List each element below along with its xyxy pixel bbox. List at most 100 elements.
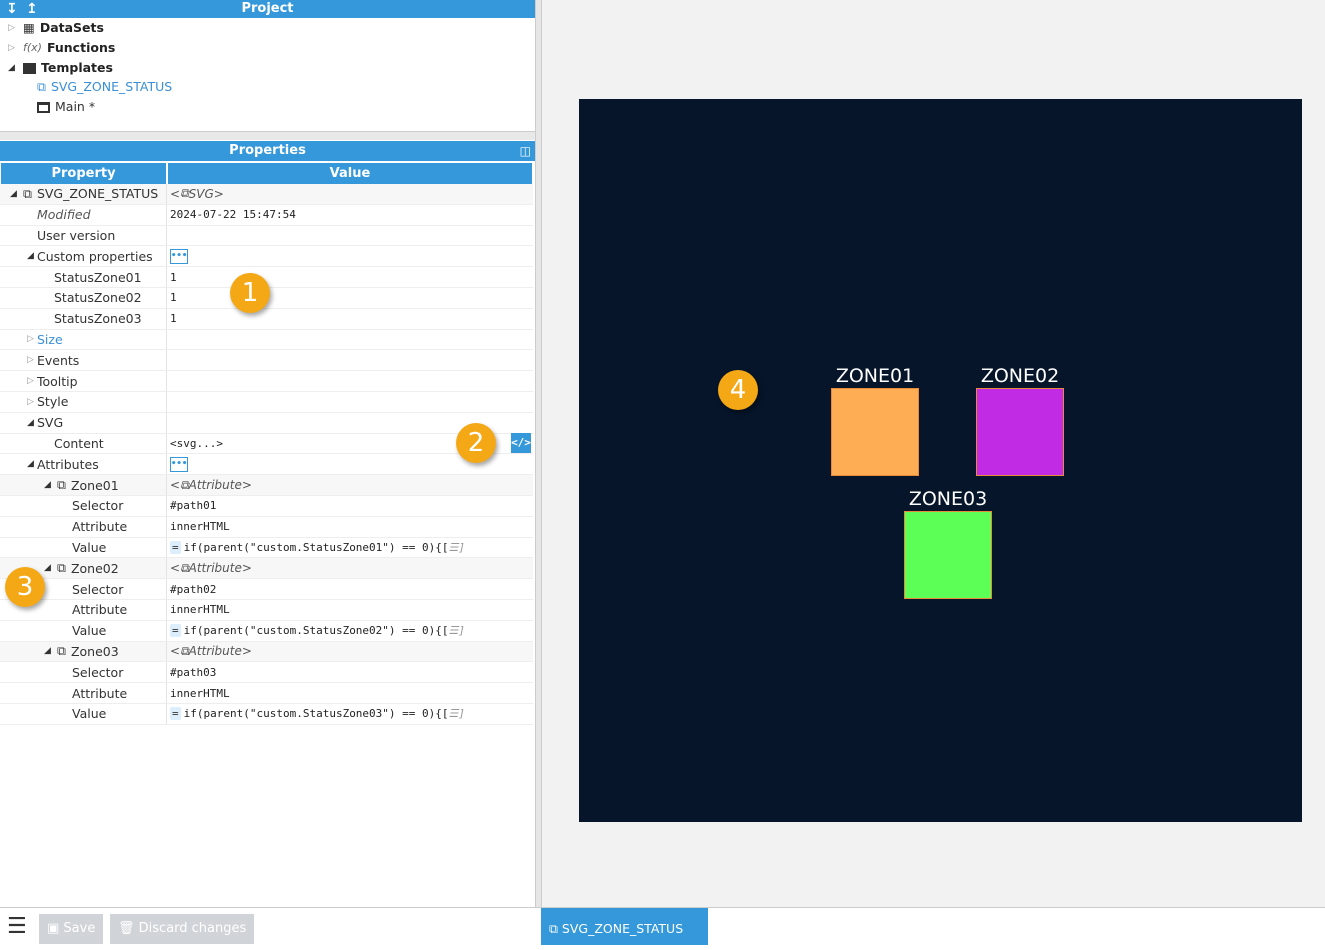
property-cell: ▷ Events: [0, 350, 167, 371]
property-cell: ◢ ⧉ Zone01: [0, 475, 167, 495]
object-icon: ⧉: [57, 643, 66, 659]
property-row-attribute[interactable]: Attribute innerHTML: [0, 516, 533, 538]
value-cell[interactable]: < ⧉ Attribute >: [167, 478, 533, 493]
value-cell[interactable]: #path03: [167, 666, 533, 679]
collapse-all-icon[interactable]: ↥: [26, 0, 38, 18]
tree-item-templates[interactable]: ◢ Templates: [8, 58, 113, 78]
value-cell[interactable]: 1: [167, 312, 533, 325]
collapse-icon[interactable]: ◢: [44, 563, 54, 573]
collapse-icon[interactable]: ◢: [44, 480, 54, 490]
expand-icon[interactable]: ▷: [27, 397, 37, 407]
value-cell[interactable]: < ⧉ Attribute >: [167, 561, 533, 576]
collapse-icon[interactable]: ◢: [10, 189, 20, 199]
property-label: Selector: [72, 498, 124, 514]
property-row-content[interactable]: Content <svg...> </>: [0, 433, 533, 455]
tree-item-svg-zone-status[interactable]: ⧉ SVG_ZONE_STATUS: [37, 77, 172, 97]
value-cell[interactable]: 1: [167, 271, 533, 284]
property-row-events[interactable]: ▷ Events: [0, 350, 533, 372]
property-row-value[interactable]: Value = if(parent("custom.StatusZone03") =…: [0, 704, 533, 725]
property-row-attribute[interactable]: Attribute innerHTML: [0, 600, 533, 621]
property-label: Zone03: [70, 643, 119, 659]
property-label: Events: [37, 352, 80, 368]
gt: >: [213, 186, 224, 201]
property-row-zone01[interactable]: ◢ ⧉ Zone01 < ⧉ Attribute >: [0, 475, 533, 496]
expand-icon[interactable]: ▷: [27, 334, 37, 344]
vertical-splitter[interactable]: [535, 0, 542, 907]
save-button[interactable]: ▣ Save: [39, 914, 104, 944]
property-value: innerHTML: [170, 520, 230, 534]
value-cell[interactable]: innerHTML: [167, 520, 533, 533]
callout-badge-1: 1: [230, 273, 270, 313]
collapse-icon[interactable]: ◢: [27, 251, 37, 261]
value-cell[interactable]: = if(parent("custom.StatusZone02") == 0){…: [167, 624, 533, 638]
layout-toggle-icon[interactable]: ◫: [520, 141, 531, 161]
value-cell[interactable]: •••: [167, 248, 533, 264]
property-row-zone02[interactable]: ◢ ⧉ Zone02 < ⧉ Attribute >: [0, 558, 533, 580]
discard-changes-button[interactable]: 🗑 Discard changes: [110, 914, 255, 944]
tree-item-datasets[interactable]: ▷ ▦ DataSets: [8, 18, 104, 38]
property-row-statuszone03[interactable]: StatusZone03 1: [0, 308, 533, 330]
lt: <: [170, 478, 181, 493]
more-button[interactable]: •••: [170, 248, 188, 264]
property-row-attributes[interactable]: ◢ Attributes •••: [0, 454, 533, 476]
property-cell: ◢ Custom properties: [0, 246, 167, 267]
zone01-rect[interactable]: [831, 388, 919, 476]
zone03-rect[interactable]: [904, 511, 992, 599]
property-row-value[interactable]: Value = if(parent("custom.StatusZone01") =…: [0, 537, 533, 559]
hamburger-menu-icon[interactable]: ☰: [7, 916, 31, 938]
property-cell: User version: [0, 225, 167, 246]
tree-item-functions[interactable]: ▷ f(x) Functions: [8, 38, 115, 58]
property-value: <svg...>: [170, 436, 223, 450]
collapse-icon[interactable]: ◢: [27, 459, 37, 469]
value-cell[interactable]: < ⧉ SVG >: [167, 186, 533, 201]
save-icon: ▣: [47, 921, 64, 936]
expand-icon[interactable]: ▷: [27, 355, 37, 365]
panel-splitter[interactable]: [0, 131, 535, 140]
collapse-icon[interactable]: ◢: [8, 58, 18, 78]
property-value: #path02: [170, 582, 217, 596]
expand-icon[interactable]: ▷: [27, 376, 37, 386]
property-value: 1: [170, 291, 177, 305]
expand-icon[interactable]: ▷: [8, 18, 18, 38]
value-cell[interactable]: < ⧉ Attribute >: [167, 644, 533, 659]
value-cell[interactable]: 2024-07-22 15:47:54: [167, 208, 533, 221]
value-cell[interactable]: innerHTML: [167, 603, 533, 616]
property-row-zone03[interactable]: ◢ ⧉ Zone03 < ⧉ Attribute >: [0, 641, 533, 663]
value-cell[interactable]: #path01: [167, 499, 533, 512]
property-row-selector[interactable]: Selector #path03: [0, 662, 533, 684]
code-editor-button[interactable]: </>: [511, 433, 531, 454]
more-button[interactable]: •••: [170, 456, 188, 472]
property-row-style[interactable]: ▷ Style: [0, 392, 533, 413]
property-row-tooltip[interactable]: ▷ Tooltip: [0, 371, 533, 392]
property-row-modified[interactable]: Modified 2024-07-22 15:47:54: [0, 204, 533, 226]
collapse-icon[interactable]: ◢: [44, 646, 54, 656]
value-cell[interactable]: innerHTML: [167, 687, 533, 700]
property-row-selector[interactable]: Selector #path02: [0, 579, 533, 600]
value-cell[interactable]: = if(parent("custom.StatusZone03") == 0){…: [167, 707, 533, 721]
expression-icon: =: [170, 540, 181, 554]
column-header-property[interactable]: Property: [1, 163, 166, 184]
collapse-icon[interactable]: ◢: [27, 418, 37, 428]
zone02-rect[interactable]: [976, 388, 1064, 476]
property-row-user-version[interactable]: User version: [0, 225, 533, 247]
object-icon: ⧉: [57, 560, 66, 576]
property-row-attribute[interactable]: Attribute innerHTML: [0, 683, 533, 704]
property-row-custom-properties[interactable]: ◢ Custom properties •••: [0, 246, 533, 268]
expand-all-icon[interactable]: ↧: [6, 0, 18, 18]
tab-svg-zone-status[interactable]: ⧉ SVG_ZONE_STATUS: [541, 908, 708, 945]
value-cell[interactable]: 1: [167, 291, 533, 304]
property-row-svg-zone-status[interactable]: ◢ ⧉ SVG_ZONE_STATUS < ⧉ SVG >: [0, 184, 533, 205]
property-label: Tooltip: [37, 373, 78, 389]
property-row-svg[interactable]: ◢ SVG: [0, 412, 533, 434]
property-cell: StatusZone01: [0, 267, 167, 287]
property-row-selector[interactable]: Selector #path01: [0, 496, 533, 517]
value-cell[interactable]: = if(parent("custom.StatusZone01") == 0){…: [167, 540, 533, 554]
property-label: Selector: [72, 581, 124, 597]
value-cell[interactable]: #path02: [167, 583, 533, 596]
property-row-value[interactable]: Value = if(parent("custom.StatusZone02") =…: [0, 620, 533, 642]
tree-item-main[interactable]: Main *: [37, 97, 95, 117]
column-header-value[interactable]: Value: [168, 163, 532, 184]
property-row-size[interactable]: ▷ Size: [0, 329, 533, 351]
expand-icon[interactable]: ▷: [8, 38, 18, 58]
property-label: Zone02: [70, 560, 119, 576]
